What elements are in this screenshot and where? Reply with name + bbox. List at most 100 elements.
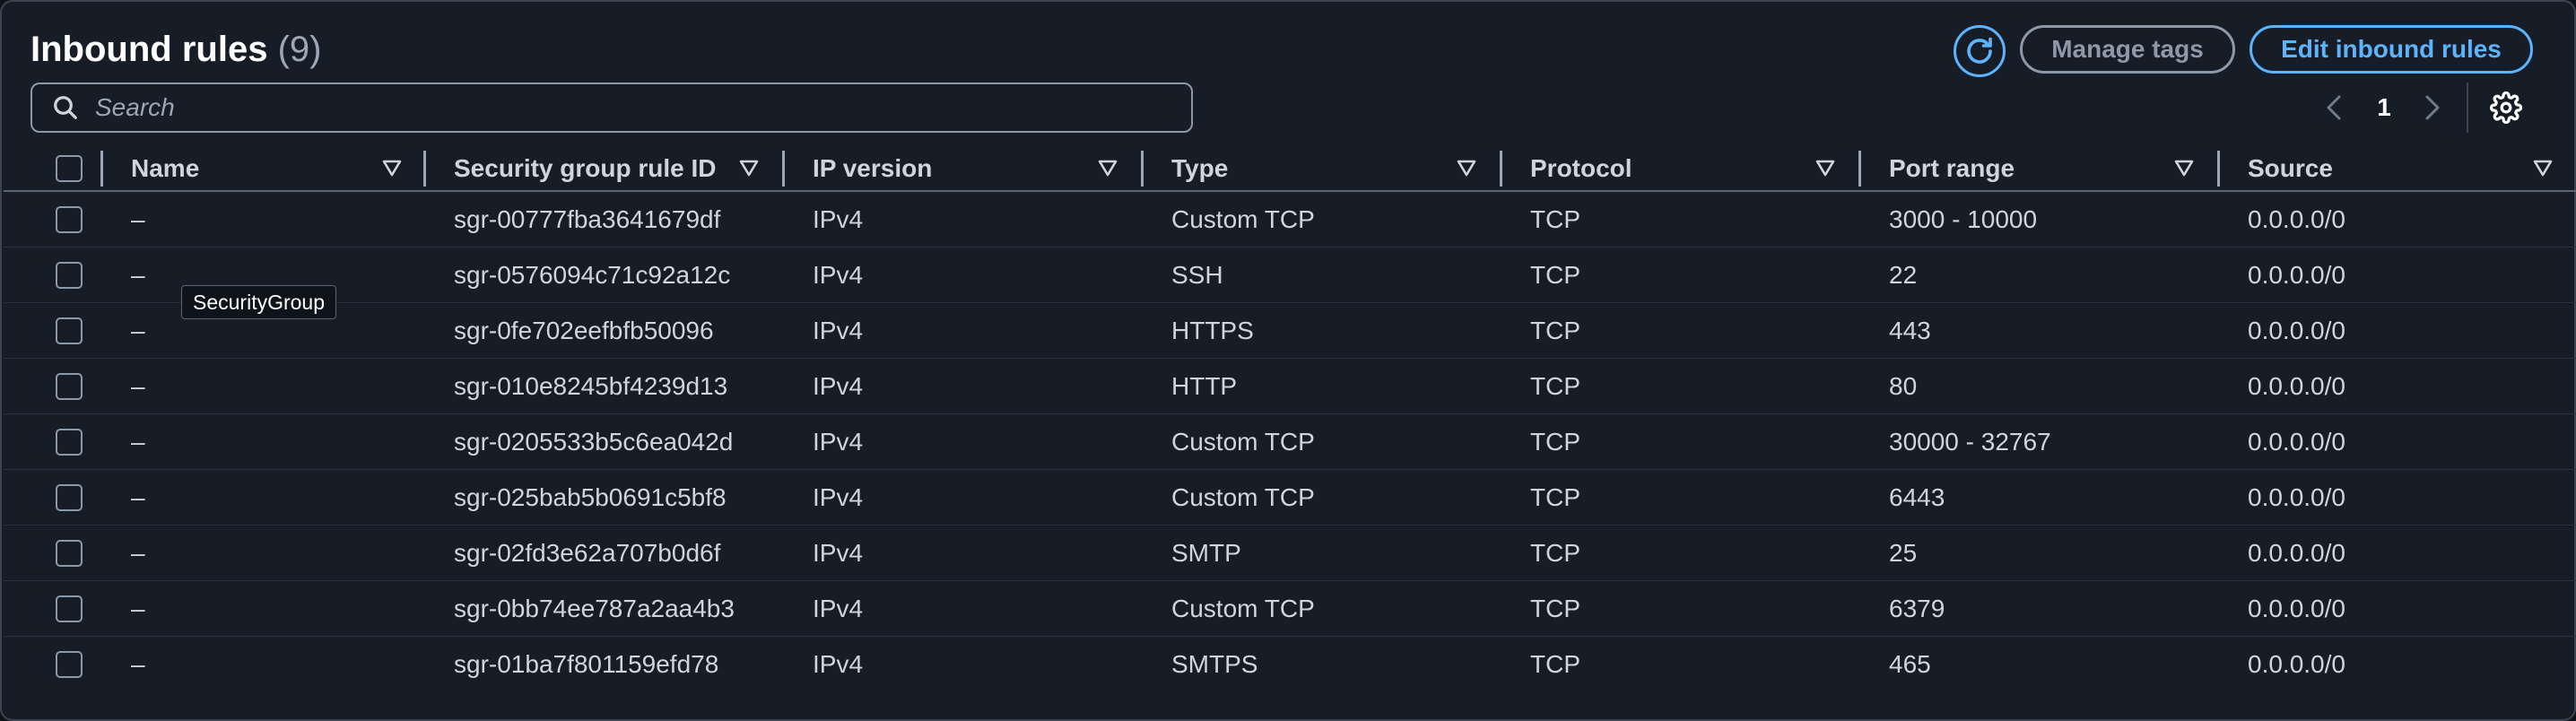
cell-type: Custom TCP bbox=[1171, 595, 1315, 622]
cell-ip-version: IPv4 bbox=[813, 483, 864, 511]
inbound-rules-panel: Inbound rules (9) Manage tags Edit inbou… bbox=[0, 0, 2576, 721]
cell-type: Custom TCP bbox=[1171, 483, 1315, 511]
sort-triangle-icon[interactable] bbox=[1815, 160, 1835, 178]
column-divider bbox=[100, 151, 103, 187]
cell-type: SMTPS bbox=[1171, 650, 1258, 678]
cell-protocol: TCP bbox=[1530, 595, 1580, 622]
cell-port-range: 3000 - 10000 bbox=[1889, 205, 2038, 233]
row-checkbox[interactable] bbox=[56, 317, 83, 344]
select-all-checkbox[interactable] bbox=[56, 155, 83, 182]
manage-tags-button[interactable]: Manage tags bbox=[2020, 25, 2235, 74]
sort-triangle-icon[interactable] bbox=[382, 160, 402, 178]
column-header-protocol[interactable]: Protocol bbox=[1530, 145, 1632, 192]
cell-port-range: 6443 bbox=[1889, 483, 1945, 511]
pager-divider bbox=[2467, 83, 2468, 133]
cell-ip-version: IPv4 bbox=[813, 372, 864, 400]
column-header-name[interactable]: Name bbox=[131, 145, 199, 192]
table-row[interactable]: – sgr-02fd3e62a707b0d6f IPv4 SMTP TCP 25… bbox=[4, 526, 2576, 581]
table-row[interactable]: – sgr-0bb74ee787a2aa4b3 IPv4 Custom TCP … bbox=[4, 581, 2576, 637]
cell-rule-id: sgr-0576094c71c92a12c bbox=[454, 261, 731, 289]
column-header-source[interactable]: Source bbox=[2248, 145, 2333, 192]
table-row[interactable]: – sgr-0576094c71c92a12c IPv4 SSH TCP 22 … bbox=[4, 248, 2576, 303]
row-checkbox[interactable] bbox=[56, 262, 83, 289]
cell-ip-version: IPv4 bbox=[813, 261, 864, 289]
cell-port-range: 25 bbox=[1889, 539, 1918, 567]
rule-count: (9) bbox=[277, 30, 322, 69]
cell-port-range: 30000 - 32767 bbox=[1889, 428, 2051, 456]
table-row[interactable]: – sgr-025bab5b0691c5bf8 IPv4 Custom TCP … bbox=[4, 470, 2576, 526]
cell-rule-id: sgr-0fe702eefbfb50096 bbox=[454, 317, 714, 344]
cell-type: SSH bbox=[1171, 261, 1223, 289]
column-divider[interactable] bbox=[782, 151, 785, 187]
next-page-button[interactable] bbox=[2415, 88, 2450, 127]
cell-rule-id: sgr-00777fba3641679df bbox=[454, 205, 721, 233]
search-bar bbox=[30, 83, 1193, 133]
sort-triangle-icon[interactable] bbox=[2533, 160, 2553, 178]
cell-name: – bbox=[131, 483, 145, 511]
sort-triangle-icon[interactable] bbox=[2174, 160, 2194, 178]
current-page-number[interactable]: 1 bbox=[2366, 88, 2402, 127]
search-input[interactable] bbox=[95, 93, 1153, 122]
row-checkbox[interactable] bbox=[56, 373, 83, 400]
row-checkbox[interactable] bbox=[56, 206, 83, 233]
sort-triangle-icon[interactable] bbox=[1098, 160, 1118, 178]
cell-source: 0.0.0.0/0 bbox=[2248, 205, 2345, 233]
cell-protocol: TCP bbox=[1530, 428, 1580, 456]
cell-port-range: 80 bbox=[1889, 372, 1918, 400]
cell-source: 0.0.0.0/0 bbox=[2248, 372, 2345, 400]
cell-port-range: 22 bbox=[1889, 261, 1918, 289]
column-divider[interactable] bbox=[423, 151, 426, 187]
column-header-ip-version[interactable]: IP version bbox=[813, 145, 932, 192]
column-divider[interactable] bbox=[2217, 151, 2220, 187]
table-settings-button[interactable] bbox=[2486, 88, 2526, 127]
page-title: Inbound rules (9) bbox=[30, 27, 321, 72]
column-header-rule-id[interactable]: Security group rule ID bbox=[454, 145, 717, 192]
cell-source: 0.0.0.0/0 bbox=[2248, 317, 2345, 344]
table-header: Name Security group rule ID IP version T… bbox=[4, 145, 2576, 192]
cell-ip-version: IPv4 bbox=[813, 650, 864, 678]
cell-ip-version: IPv4 bbox=[813, 428, 864, 456]
cell-name: – bbox=[131, 539, 145, 567]
column-divider[interactable] bbox=[1858, 151, 1861, 187]
sort-triangle-icon[interactable] bbox=[739, 160, 759, 178]
row-checkbox[interactable] bbox=[56, 651, 83, 678]
cell-rule-id: sgr-02fd3e62a707b0d6f bbox=[454, 539, 721, 567]
search-icon bbox=[54, 96, 77, 119]
cell-port-range: 6379 bbox=[1889, 595, 1945, 622]
cell-source: 0.0.0.0/0 bbox=[2248, 539, 2345, 567]
cell-type: Custom TCP bbox=[1171, 205, 1315, 233]
refresh-button[interactable] bbox=[1954, 25, 2006, 77]
cell-protocol: TCP bbox=[1530, 372, 1580, 400]
cell-source: 0.0.0.0/0 bbox=[2248, 595, 2345, 622]
row-checkbox[interactable] bbox=[56, 540, 83, 567]
column-header-type[interactable]: Type bbox=[1171, 145, 1228, 192]
cell-source: 0.0.0.0/0 bbox=[2248, 428, 2345, 456]
table-row[interactable]: – sgr-01ba7f801159efd78 IPv4 SMTPS TCP 4… bbox=[4, 637, 2576, 692]
row-checkbox[interactable] bbox=[56, 595, 83, 622]
row-checkbox[interactable] bbox=[56, 484, 83, 511]
table-row[interactable]: – sgr-0205533b5c6ea042d IPv4 Custom TCP … bbox=[4, 414, 2576, 470]
chevron-right-icon bbox=[2425, 95, 2440, 120]
previous-page-button[interactable] bbox=[2316, 88, 2352, 127]
table-row[interactable]: – sgr-00777fba3641679df IPv4 Custom TCP … bbox=[4, 192, 2576, 248]
cell-ip-version: IPv4 bbox=[813, 595, 864, 622]
column-header-port-range[interactable]: Port range bbox=[1889, 145, 2015, 192]
chevron-left-icon bbox=[2327, 95, 2341, 120]
cell-protocol: TCP bbox=[1530, 205, 1580, 233]
sort-triangle-icon[interactable] bbox=[1457, 160, 1476, 178]
inbound-rules-table: Name Security group rule ID IP version T… bbox=[4, 145, 2576, 692]
cell-name: – bbox=[131, 650, 145, 678]
column-divider[interactable] bbox=[1500, 151, 1502, 187]
cell-ip-version: IPv4 bbox=[813, 205, 864, 233]
gear-icon bbox=[2490, 91, 2522, 124]
table-row[interactable]: – sgr-0fe702eefbfb50096 IPv4 HTTPS TCP 4… bbox=[4, 303, 2576, 359]
cell-rule-id: sgr-0bb74ee787a2aa4b3 bbox=[454, 595, 735, 622]
table-row[interactable]: – sgr-010e8245bf4239d13 IPv4 HTTP TCP 80… bbox=[4, 359, 2576, 414]
row-checkbox[interactable] bbox=[56, 429, 83, 456]
cell-name: – bbox=[131, 317, 145, 344]
cell-rule-id: sgr-010e8245bf4239d13 bbox=[454, 372, 728, 400]
column-divider[interactable] bbox=[1141, 151, 1144, 187]
cell-name: – bbox=[131, 595, 145, 622]
edit-inbound-rules-button[interactable]: Edit inbound rules bbox=[2250, 25, 2533, 74]
cell-name: – bbox=[131, 372, 145, 400]
